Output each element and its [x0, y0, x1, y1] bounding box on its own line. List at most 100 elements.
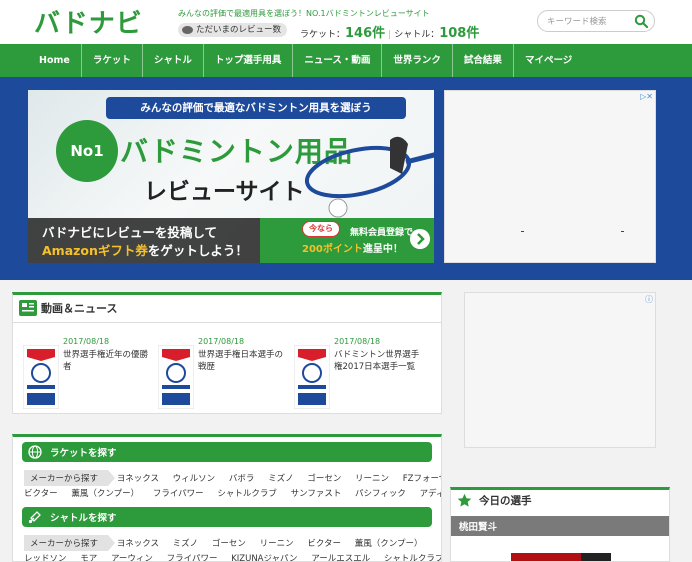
today-player-panel: 今日の選手 桃田賢斗 — [450, 487, 670, 562]
review-count-badge: ただいまのレビュー数 — [178, 23, 288, 37]
brand-link[interactable]: ミズノ — [173, 537, 199, 549]
news-item[interactable]: 2017/08/18 バドミントン世界選手権2017日本選手一覧 — [294, 337, 426, 411]
racket-section-title: ラケットを探す — [50, 448, 117, 459]
brand-link[interactable]: バボラ — [229, 472, 255, 484]
racket-brand-row-2: ビクター 薫風（クンプー） フライパワー シャトルクラブ サンファスト パシフィ… — [24, 487, 441, 499]
nav-top-player-gear[interactable]: トップ選手用具 — [204, 44, 294, 77]
nav-shuttle[interactable]: シャトル — [143, 44, 204, 77]
site-logo[interactable]: バドナビ — [34, 4, 143, 39]
star-icon — [457, 493, 472, 507]
promo-line-2: Amazonギフト券をゲットしよう！ — [42, 242, 260, 260]
search-icon[interactable] — [634, 14, 648, 28]
shuttle-brand-row-2: レッドソン モア アーウィン フライパワー KIZUNAジャパン アールエスエル… — [24, 552, 441, 561]
maker-label: メーカーから探す — [24, 535, 116, 551]
shuttle-count: 108件 — [439, 26, 480, 41]
ad-placeholder-mark — [621, 231, 624, 232]
no1-badge: No1 — [56, 120, 118, 182]
news-title-link[interactable]: 世界選手権近年の優勝者 — [63, 349, 155, 373]
racket-count: 146件 — [345, 26, 386, 41]
arrow-right-icon[interactable] — [410, 229, 430, 249]
brand-link[interactable]: ウィルソン — [173, 472, 216, 484]
top-ad-slot[interactable]: ▷✕ — [444, 90, 656, 263]
brand-link[interactable]: ヨネックス — [117, 472, 159, 484]
brand-link[interactable]: リーニン — [260, 537, 294, 549]
search-box — [537, 10, 655, 32]
player-photo[interactable] — [511, 553, 611, 561]
shuttle-count-label: シャトル： — [394, 30, 440, 40]
brand-link[interactable]: 薫風（クンプー） — [71, 487, 139, 499]
news-date: 2017/08/18 — [198, 337, 245, 346]
shuttle-section-title: シャトルを探す — [50, 513, 117, 524]
brand-link[interactable]: シャトルクラブ — [384, 552, 441, 561]
news-panel-header: 動画＆ニュース — [13, 295, 441, 323]
shuttle-maker-row: メーカーから探す ヨネックス ミズノ ゴーセン リーニン ビクター 薫風（クンプ… — [24, 535, 433, 551]
player-name-bar[interactable]: 桃田賢斗 — [451, 516, 669, 536]
brand-link[interactable]: レッドソン — [24, 552, 67, 561]
ad-choices-icon[interactable]: ▷✕ — [640, 92, 653, 101]
nav-news-video[interactable]: ニュース・動画 — [293, 44, 383, 77]
amazon-gift-text: Amazonギフト券 — [42, 243, 148, 258]
logo-text: バドナビ — [34, 8, 143, 39]
site-header: バドナビ みんなの評価で最適用具を選ぼう！NO.1バドミントンレビューサイト た… — [0, 0, 692, 44]
news-item[interactable]: 2017/08/18 世界選手権日本選手の戦歴 — [158, 337, 290, 411]
count-divider: | — [388, 30, 392, 40]
shuttle-section-header[interactable]: シャトルを探す — [22, 507, 432, 527]
free-register-text: 無料会員登録で — [350, 228, 414, 238]
brand-link[interactable]: アディダス — [420, 487, 441, 499]
review-counts: ラケット：146件 | シャトル：108件 — [300, 22, 479, 41]
brand-link[interactable]: FZフォーザ — [403, 472, 441, 484]
news-item[interactable]: 2017/08/18 世界選手権近年の優勝者 — [23, 337, 155, 411]
nav-my-page[interactable]: マイページ — [514, 44, 583, 77]
news-date: 2017/08/18 — [334, 337, 381, 346]
side-ad-slot[interactable]: ⓘ — [464, 292, 656, 448]
player-name: 桃田賢斗 — [459, 522, 498, 533]
brand-link[interactable]: アールエスエル — [311, 552, 370, 561]
bwf-championship-logo-icon — [158, 345, 194, 409]
newspaper-icon — [19, 300, 37, 316]
brand-link[interactable]: ゴーセン — [212, 537, 246, 549]
nav-world-ranking[interactable]: 世界ランク — [382, 44, 453, 77]
racket-illustration-icon — [304, 136, 434, 218]
main-nav: Home ラケット シャトル トップ選手用具 ニュース・動画 世界ランク 試合結… — [0, 44, 692, 77]
brand-link[interactable]: ビクター — [24, 487, 58, 499]
brand-link[interactable]: サンファスト — [291, 487, 342, 499]
ad-choices-icon[interactable]: ⓘ — [645, 294, 653, 305]
brand-link[interactable]: フライパワー — [153, 487, 204, 499]
bwf-championship-logo-icon — [23, 345, 59, 409]
nav-home[interactable]: Home — [28, 44, 82, 77]
bwf-championship-logo-icon — [294, 345, 330, 409]
leaf-icon — [182, 26, 193, 34]
site-tagline: みんなの評価で最適用具を選ぼう！NO.1バドミントンレビューサイト — [178, 9, 430, 18]
brand-link[interactable]: シャトルクラブ — [217, 487, 277, 499]
brand-link[interactable]: フライパワー — [167, 552, 218, 561]
globe-icon — [28, 445, 42, 459]
hero-review-promo: バドナビにレビューを投稿して Amazonギフト券をゲットしよう！ — [28, 218, 260, 263]
brand-link[interactable]: ビクター — [307, 537, 341, 549]
brand-link[interactable]: 薫風（クンプー） — [355, 537, 423, 549]
hero-register-promo[interactable]: 今なら 無料会員登録で 200ポイント進呈中！ — [260, 218, 434, 263]
search-input[interactable] — [547, 15, 631, 28]
news-title-link[interactable]: バドミントン世界選手権2017日本選手一覧 — [334, 349, 426, 373]
maker-label: メーカーから探す — [24, 470, 116, 486]
racket-count-label: ラケット： — [300, 30, 346, 40]
nav-racket[interactable]: ラケット — [82, 44, 143, 77]
brand-link[interactable]: リーニン — [355, 472, 389, 484]
news-title-link[interactable]: 世界選手権日本選手の戦歴 — [198, 349, 290, 373]
nav-match-results[interactable]: 試合結果 — [453, 44, 514, 77]
racket-maker-row: メーカーから探す ヨネックス ウィルソン バボラ ミズノ ゴーセン リーニン F… — [24, 470, 441, 486]
promo-line-1: バドナビにレビューを投稿して — [42, 225, 218, 240]
brand-link[interactable]: KIZUNAジャパン — [231, 552, 297, 561]
brand-link[interactable]: ヨネックス — [117, 537, 159, 549]
racket-section-header[interactable]: ラケットを探す — [22, 442, 432, 462]
hero-banner[interactable]: みんなの評価で最適なバドミントン用具を選ぼう No1 バドミントン用品 レビュー… — [28, 90, 434, 263]
news-date: 2017/08/18 — [63, 337, 110, 346]
brand-link[interactable]: アーウィン — [111, 552, 153, 561]
banner-region: みんなの評価で最適なバドミントン用具を選ぼう No1 バドミントン用品 レビュー… — [0, 77, 692, 280]
brand-link[interactable]: パシフィック — [355, 487, 406, 499]
brand-link[interactable]: モア — [80, 552, 97, 561]
today-player-title: 今日の選手 — [479, 495, 532, 507]
points-amount: 200ポイント — [302, 244, 363, 255]
brand-link[interactable]: ミズノ — [268, 472, 294, 484]
review-badge-label: ただいまのレビュー数 — [196, 25, 282, 35]
brand-link[interactable]: ゴーセン — [307, 472, 341, 484]
